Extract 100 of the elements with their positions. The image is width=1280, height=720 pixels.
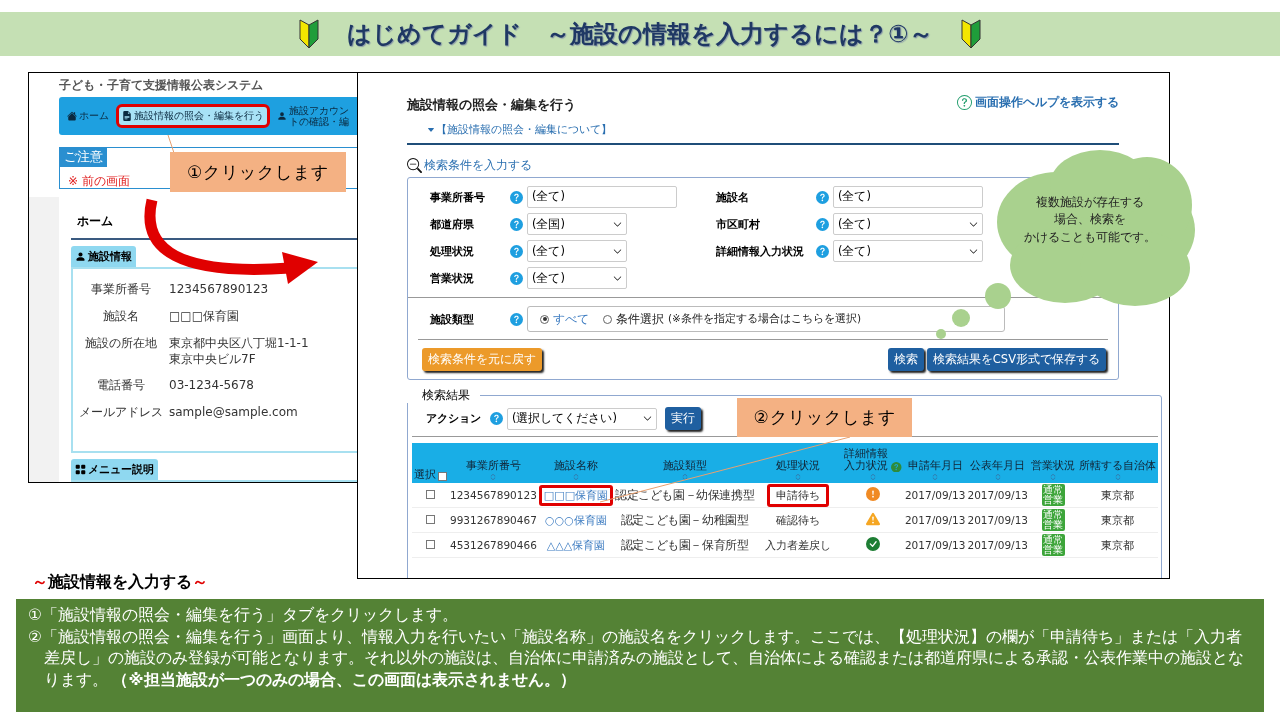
- chevron-icon: [643, 414, 652, 423]
- checkbox[interactable]: [426, 489, 435, 499]
- cloud-text: 複数施設が存在する: [1036, 194, 1144, 211]
- person-icon: [277, 111, 287, 121]
- help-link[interactable]: 画面操作ヘルプを表示する: [957, 91, 1119, 114]
- help-icon[interactable]: [510, 271, 523, 285]
- nav-tab[interactable]: 施設アカウントの確認・編: [271, 98, 358, 134]
- text-field[interactable]: (全て): [833, 186, 983, 208]
- csv-save-button[interactable]: 検索結果をCSV形式で保存する: [926, 348, 1106, 371]
- table-cell: 2017/09/13: [903, 507, 967, 533]
- table-cell: 1234567890123: [449, 483, 538, 508]
- sort-icon[interactable]: [868, 473, 877, 481]
- cloud-text: 場合、検索を: [1054, 211, 1126, 229]
- facility-link[interactable]: △△△保育園: [541, 534, 611, 556]
- field-label: 営業状況: [430, 270, 475, 286]
- table-cell: 9931267890467: [449, 507, 538, 533]
- help-icon[interactable]: [816, 217, 829, 231]
- help-icon: [957, 95, 972, 110]
- nav-tab[interactable]: ホーム: [61, 104, 115, 128]
- radio-option[interactable]: 条件選択 (※条件を指定する場合はこちらを選択): [603, 310, 861, 328]
- action-label: アクション: [426, 411, 482, 426]
- results-legend: 検索結果: [402, 388, 480, 403]
- select-field[interactable]: (全て): [527, 240, 627, 262]
- sort-icon[interactable]: [794, 473, 803, 481]
- sort-icon[interactable]: [1113, 473, 1122, 481]
- action-select[interactable]: (選択してください): [507, 407, 657, 430]
- instruction-text: ①「施設情報の照会・編集を行う」タブをクリックします。: [28, 605, 459, 626]
- column-header: 選択: [414, 468, 436, 481]
- sort-icon[interactable]: [489, 473, 498, 481]
- field-label: 施設名: [102, 308, 140, 325]
- field-value: 東京都中央区八丁堀1-1-1 東京中央ビル7F: [169, 335, 310, 368]
- field-label: 施設類型: [430, 311, 475, 327]
- field-label: 都道府県: [430, 216, 475, 232]
- field-label: 施設の所在地: [84, 335, 158, 352]
- status-badge: 通常営業: [1041, 509, 1065, 531]
- about-toggle[interactable]: 【施設情報の照会・編集について】: [427, 122, 612, 137]
- help-icon[interactable]: [816, 244, 829, 258]
- select-field[interactable]: (全国): [527, 213, 627, 235]
- column-header[interactable]: 処理状況: [776, 459, 821, 472]
- select-field[interactable]: (全て): [527, 267, 627, 289]
- help-icon[interactable]: [510, 190, 523, 204]
- checkbox[interactable]: [426, 539, 435, 549]
- help-icon[interactable]: [510, 312, 523, 326]
- field-label: メールアドレス: [78, 404, 164, 422]
- column-header[interactable]: 施設名称: [553, 459, 598, 472]
- help-icon[interactable]: [510, 217, 523, 231]
- field-label: 市区町村: [716, 216, 761, 232]
- table-cell: 2017/09/13: [903, 483, 967, 508]
- help-icon[interactable]: [891, 461, 902, 472]
- status-badge: 通常営業: [1041, 534, 1065, 556]
- search-toggle[interactable]: 検索条件を入力する: [407, 157, 532, 174]
- sort-icon[interactable]: [571, 473, 580, 481]
- callout-label: ①クリックします: [170, 152, 346, 192]
- checkbox[interactable]: [426, 514, 435, 524]
- field-value: sample@sample.com: [169, 404, 299, 422]
- table-cell: 認定こども園－幼稚園型: [614, 507, 756, 533]
- heading-mark: ～: [32, 572, 48, 593]
- sort-icon[interactable]: [680, 473, 689, 481]
- facility-link[interactable]: □□□保育園: [538, 484, 614, 506]
- select-field[interactable]: (全て): [833, 213, 983, 235]
- sort-icon[interactable]: [931, 473, 940, 481]
- field-value: 1234567890123: [169, 281, 270, 298]
- sort-icon[interactable]: [993, 473, 1002, 481]
- heading-mark: ～: [192, 572, 208, 593]
- help-icon[interactable]: [490, 412, 503, 425]
- field-label: 詳細情報入力状況: [716, 243, 805, 259]
- column-header[interactable]: 施設類型: [662, 459, 707, 472]
- grid-icon: [75, 464, 86, 475]
- notice-label: ご注意: [60, 148, 107, 167]
- page-title: 施設情報の照会・編集を行う: [407, 96, 576, 114]
- field-label: 施設名: [716, 189, 750, 205]
- table-cell: 東京都: [1077, 483, 1158, 508]
- home-icon: [67, 111, 77, 121]
- section-tab-label: メニュー説明: [88, 462, 154, 477]
- status-text: 申請待ち: [767, 483, 830, 507]
- zoom-out-icon: [407, 158, 422, 173]
- help-icon[interactable]: [510, 244, 523, 258]
- select-field[interactable]: (全て): [833, 240, 983, 262]
- nav-tab[interactable]: 施設情報の照会・編集を行う: [116, 104, 270, 128]
- table-cell: 2017/09/13: [903, 532, 967, 558]
- callout-label: ②クリックします: [737, 398, 912, 437]
- facility-link[interactable]: ○○○保育園: [540, 509, 612, 531]
- run-button[interactable]: 実行: [665, 407, 701, 430]
- notice-text: ※ 前の画面: [68, 174, 130, 188]
- field-label: 事業所番号: [90, 281, 152, 298]
- caret-icon: [427, 125, 435, 134]
- table-cell: 2017/09/13: [966, 483, 1029, 508]
- section-tab-label: 施設情報: [88, 249, 132, 264]
- field-label: 電話番号: [96, 377, 146, 395]
- sort-icon[interactable]: [1049, 473, 1057, 481]
- help-icon[interactable]: [816, 190, 829, 204]
- text-field[interactable]: (全て): [527, 186, 677, 208]
- status-text: 確認待ち: [775, 512, 822, 529]
- table-cell: 認定こども園－幼保連携型: [614, 483, 756, 508]
- radio-option[interactable]: すべて: [540, 310, 589, 328]
- system-title: 子ども・子育て支援情報公表システム: [58, 77, 264, 94]
- table-cell: 2017/09/13: [966, 507, 1029, 533]
- search-button[interactable]: 検索: [887, 348, 924, 371]
- checkbox[interactable]: [438, 472, 447, 481]
- instruction-text: ②「施設情報の照会・編集を行う」画面より、情報入力を行いたい「施設名称」の施設名をクリックします。ここでは、【処理状況】の欄が「申請待ち」または「入力者差戻し」の施設のみ登録が可能となります。それ以外の施設は、自治体に申請済みの施設として、自治体による確認または都道府県による承認・公表作業中の施設となります。 （※担当施設が一つのみの場合、この画面は表示されません。）: [28, 626, 1245, 692]
